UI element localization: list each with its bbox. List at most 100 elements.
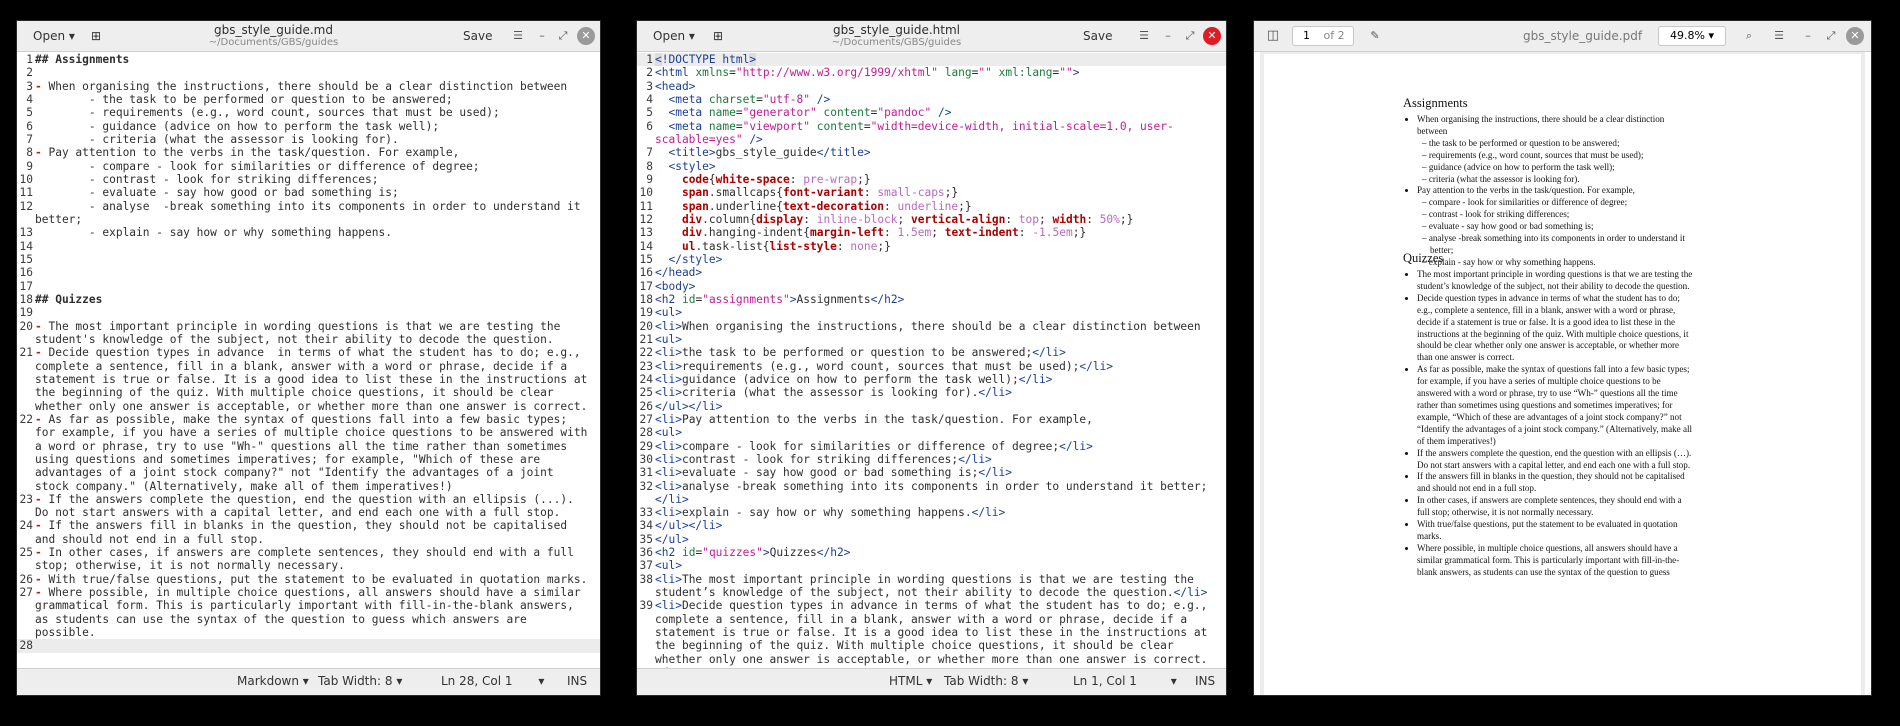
maximize-icon[interactable]: ⤢ bbox=[1822, 27, 1840, 45]
close-icon[interactable]: ✕ bbox=[577, 27, 595, 45]
line-number: 22 bbox=[19, 412, 33, 426]
list-marker: - bbox=[35, 586, 49, 600]
line-number: 23 bbox=[639, 359, 653, 373]
chevron-down-icon: ▾ bbox=[1708, 29, 1714, 42]
editor-line: 34 </ul></li> bbox=[637, 519, 1226, 532]
minimize-icon[interactable]: – bbox=[533, 27, 551, 45]
line-number: 19 bbox=[19, 306, 33, 320]
titlebar: Open ▾ ⊞ gbs_style_guide.html ~/Document… bbox=[637, 21, 1226, 52]
insert-mode[interactable]: INS bbox=[567, 674, 587, 688]
maximize-icon[interactable]: ⤢ bbox=[554, 27, 572, 45]
line-text bbox=[35, 266, 600, 279]
sub-list-item: criteria (what the assessor is looking f… bbox=[1429, 174, 1693, 186]
save-button[interactable]: Save bbox=[1075, 25, 1120, 47]
line-text: <body> bbox=[655, 279, 696, 293]
insert-mode[interactable]: INS bbox=[1195, 674, 1215, 688]
zoom-selector[interactable]: 49.8% ▾ bbox=[1658, 26, 1726, 46]
line-text: - Pay attention to the verbs in the task… bbox=[35, 146, 460, 160]
line-number: 31 bbox=[639, 466, 653, 480]
close-icon[interactable]: ✕ bbox=[1846, 27, 1864, 45]
minimize-icon[interactable]: – bbox=[1799, 27, 1817, 45]
line-text: <html xmlns="http://www.w3.org/1999/xhtm… bbox=[655, 66, 1080, 80]
line-number: 3 bbox=[26, 79, 33, 93]
line-number: 25 bbox=[19, 546, 33, 560]
line-text: - requirements (e.g., word count, source… bbox=[35, 106, 500, 120]
editor-line: 31 <li>evaluate - say how good or bad som… bbox=[637, 466, 1226, 479]
language-selector[interactable]: HTML ▾ bbox=[889, 674, 932, 688]
line-text: <li>requirements (e.g., word count, sour… bbox=[655, 359, 1114, 373]
editor-line: 36 <h2 id="quizzes">Quizzes</h2> bbox=[637, 546, 1226, 559]
line-text: <li>Decide question types in advance in … bbox=[655, 599, 1215, 669]
file-name: gbs_style_guide.pdf bbox=[1522, 29, 1643, 43]
quizzes-list: The most important principle in wording … bbox=[1403, 269, 1693, 579]
line-text: </style> bbox=[668, 252, 723, 266]
line-number: 15 bbox=[639, 252, 653, 266]
text-editor-area[interactable]: 1 <!DOCTYPE html> 2 <html xmlns="http://www… bbox=[637, 52, 1226, 669]
editor-line: 10 - contrast - look for striking differ… bbox=[17, 173, 600, 186]
list-marker: - bbox=[35, 492, 49, 506]
editor-line: 9 - compare - look for similarities or d… bbox=[17, 160, 600, 173]
heading-assignments: Assignments bbox=[1403, 96, 1468, 110]
line-text: - When organising the instructions, ther… bbox=[35, 79, 568, 93]
document-view[interactable]: Assignments When organising the instruct… bbox=[1260, 52, 1865, 695]
line-text: - the task to be performed or question t… bbox=[35, 92, 453, 106]
list-item: With true/false questions, put the state… bbox=[1417, 519, 1693, 543]
line-number: 39 bbox=[639, 599, 653, 613]
sub-list-item: compare - look for similarities or diffe… bbox=[1429, 197, 1693, 209]
language-label: Markdown bbox=[237, 674, 299, 688]
line-text: div.column{display: inline-block; vertic… bbox=[681, 212, 1134, 226]
list-marker: - bbox=[35, 146, 49, 160]
line-text: <ul> bbox=[655, 332, 682, 346]
line-text bbox=[35, 306, 600, 319]
save-button[interactable]: Save bbox=[455, 25, 500, 47]
search-icon[interactable]: ⌕ bbox=[1740, 27, 1758, 45]
list-marker: - bbox=[35, 546, 49, 560]
editor-line: 19 bbox=[17, 306, 600, 319]
line-number: 5 bbox=[26, 106, 33, 120]
menu-icon[interactable]: ☰ bbox=[1135, 27, 1153, 45]
editor-line: 27 <li>Pay attention to the verbs in the … bbox=[637, 413, 1226, 426]
line-number: 13 bbox=[19, 226, 33, 240]
menu-icon[interactable]: ☰ bbox=[509, 27, 527, 45]
line-text: <!DOCTYPE html> bbox=[655, 53, 757, 66]
line-text: ## Quizzes bbox=[35, 292, 103, 306]
line-number: 36 bbox=[639, 546, 653, 560]
tab-width-label: Tab Width: 8 bbox=[944, 674, 1019, 688]
language-selector[interactable]: Markdown ▾ bbox=[237, 674, 309, 688]
tab-width-selector[interactable]: Tab Width: 8 ▾ bbox=[318, 674, 402, 688]
line-number: 18 bbox=[639, 292, 653, 306]
menu-icon[interactable]: ☰ bbox=[1770, 27, 1788, 45]
list-marker: - bbox=[35, 79, 49, 93]
line-text: - If the answers fill in blanks in the q… bbox=[35, 519, 574, 546]
line-number: 6 bbox=[646, 119, 653, 133]
editor-line: 23 <li>requirements (e.g., word count, so… bbox=[637, 360, 1226, 373]
line-text: <li>When organising the instructions, th… bbox=[655, 319, 1201, 333]
line-text: </ul> bbox=[655, 532, 689, 546]
line-text: <li>The most important principle in word… bbox=[655, 572, 1208, 600]
list-marker: - bbox=[35, 319, 49, 333]
maximize-icon[interactable]: ⤢ bbox=[1181, 27, 1199, 45]
line-text: <meta name="generator" content="pandoc" … bbox=[668, 106, 952, 120]
line-text bbox=[35, 639, 600, 652]
line-number: 28 bbox=[639, 426, 653, 440]
text-editor-area[interactable]: 1 ## Assignments 2 3- When organising the i… bbox=[17, 52, 600, 669]
sidebar-toggle-icon[interactable]: ◫ bbox=[1264, 27, 1282, 45]
file-name: gbs_style_guide.html bbox=[833, 23, 960, 37]
line-text: <li>guidance (advice on how to perform t… bbox=[655, 372, 1053, 386]
minimize-icon[interactable]: – bbox=[1159, 27, 1177, 45]
line-number: 10 bbox=[639, 186, 653, 200]
editor-line: 12 div.column{display: inline-block; ver… bbox=[637, 213, 1226, 226]
editor-line: 39 <li>Decide question types in advance i… bbox=[637, 599, 1226, 669]
line-number: 20 bbox=[639, 319, 653, 333]
cursor-position[interactable]: Ln 28, Col 1 ▾ bbox=[441, 674, 544, 688]
editor-line: 9 code{white-space: pre-wrap;} bbox=[637, 173, 1226, 186]
editor-line: 15 </style> bbox=[637, 253, 1226, 266]
cursor-position[interactable]: Ln 1, Col 1 ▾ bbox=[1073, 674, 1177, 688]
line-text bbox=[35, 240, 600, 253]
close-icon[interactable]: ✕ bbox=[1203, 27, 1221, 45]
line-number: 10 bbox=[19, 172, 33, 186]
editor-line: 7 <title>gbs_style_guide</title> bbox=[637, 146, 1226, 159]
line-number: 19 bbox=[639, 306, 653, 320]
tab-width-selector[interactable]: Tab Width: 8 ▾ bbox=[944, 674, 1028, 688]
line-number: 12 bbox=[19, 199, 33, 213]
